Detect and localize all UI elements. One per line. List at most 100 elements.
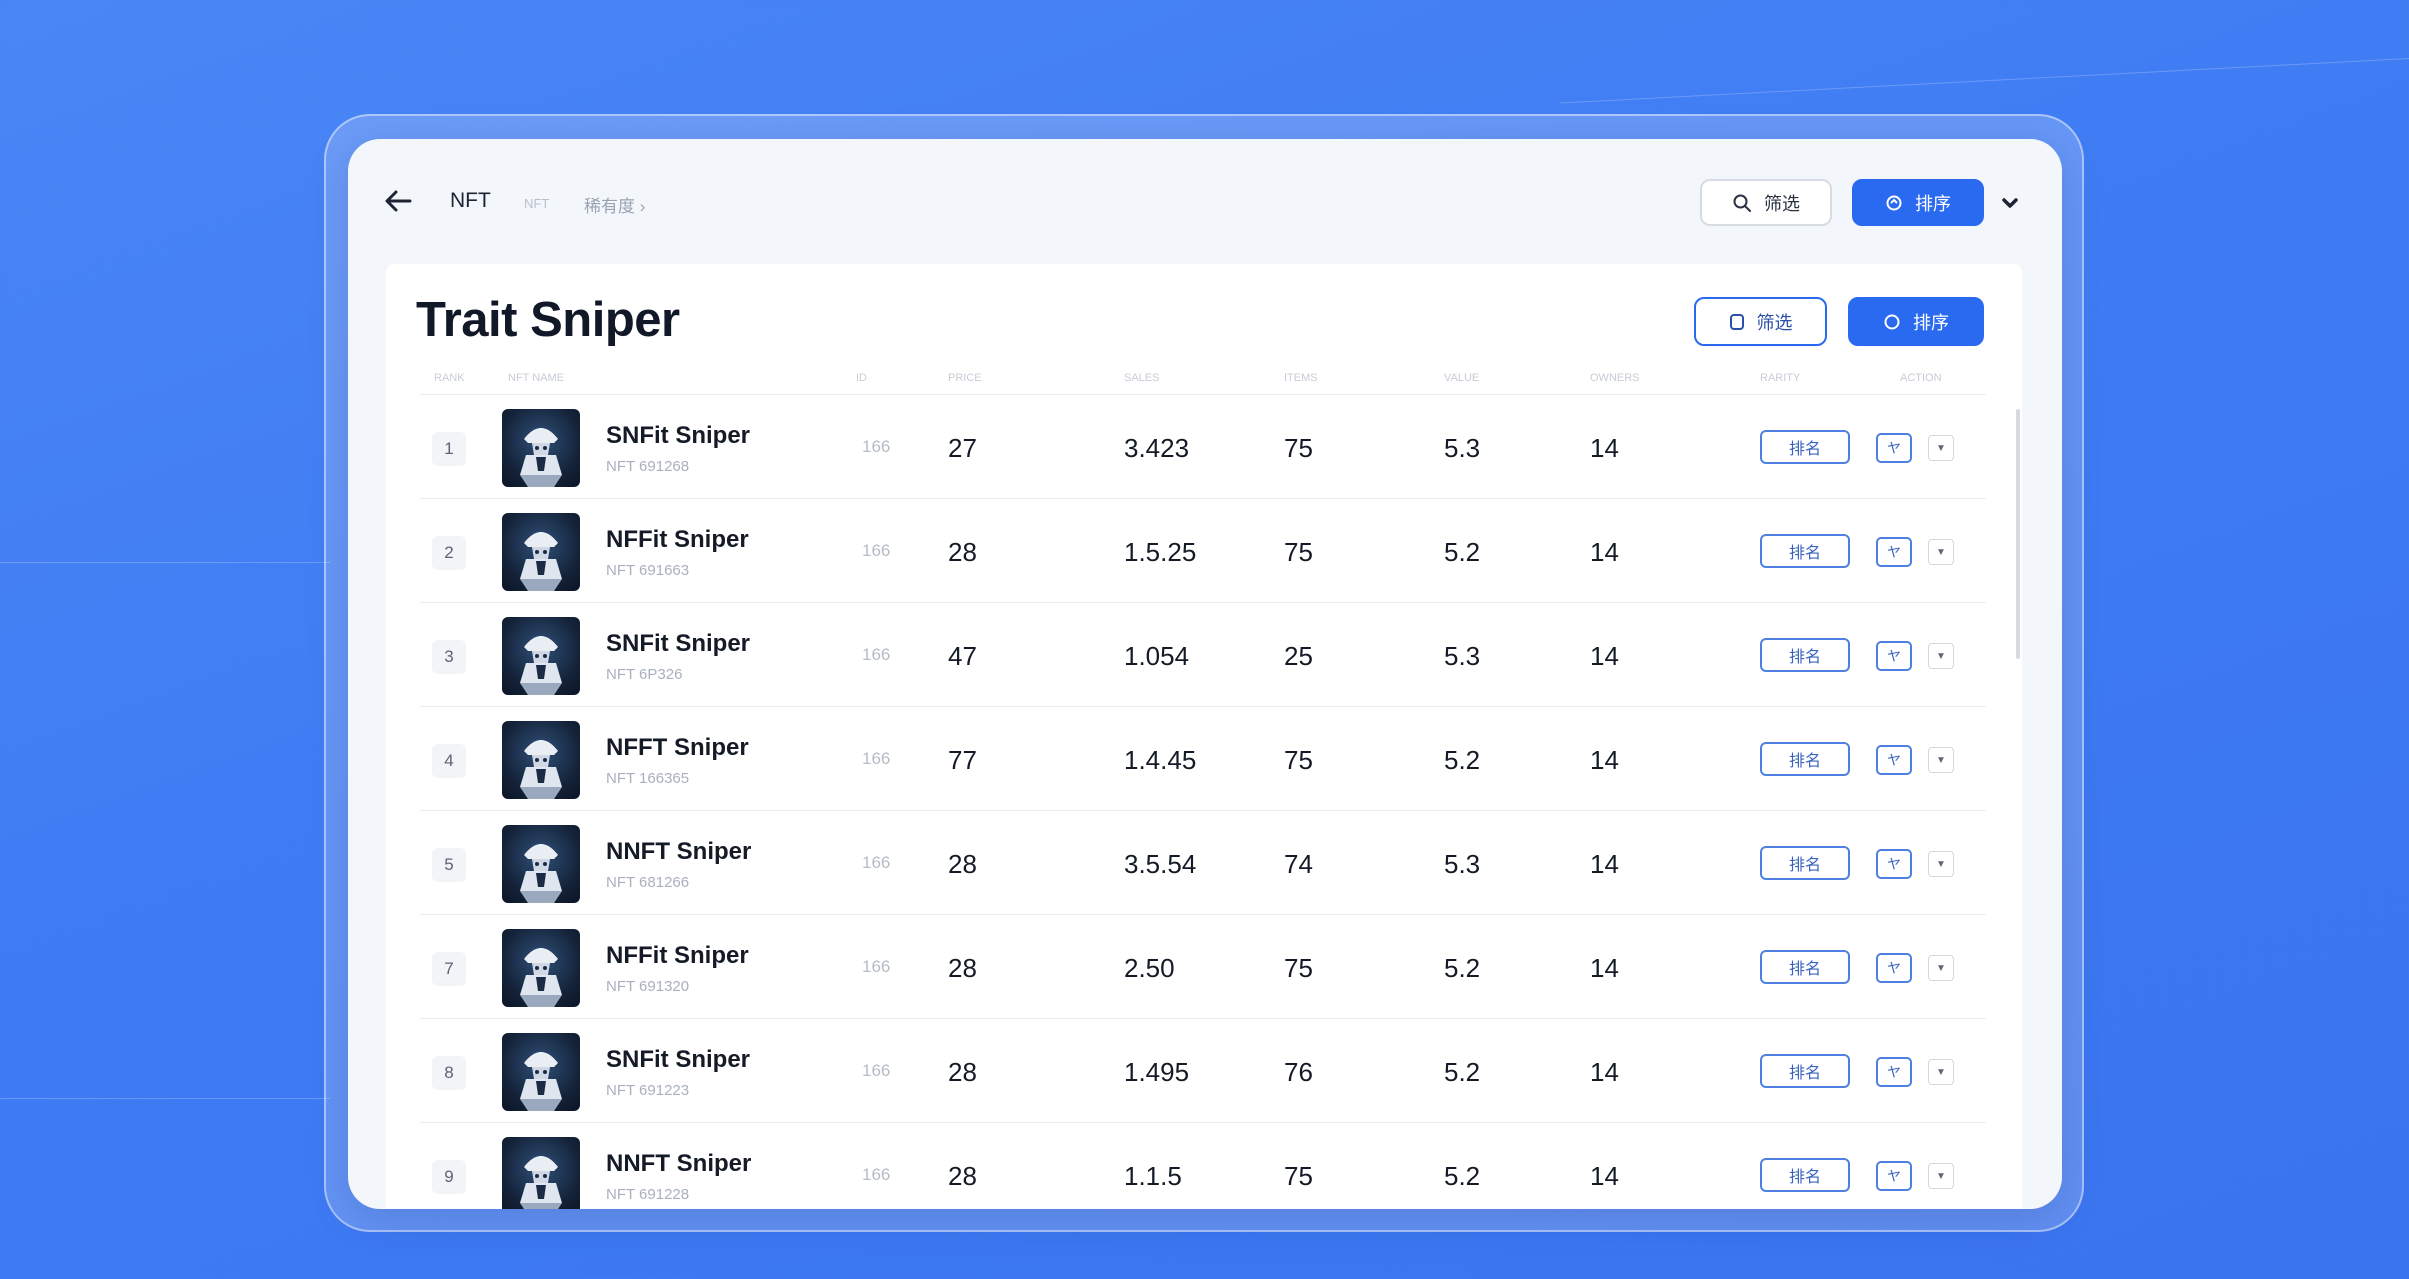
cell-value: 27: [948, 433, 977, 463]
nft-thumbnail[interactable]: [502, 929, 580, 1007]
column-header[interactable]: VALUE: [1444, 372, 1479, 384]
table-row[interactable]: 2 NFFit Sniper NFT 691663 166 28 1.5.25 …: [420, 498, 1986, 602]
cell-value: 14: [1590, 537, 1619, 567]
page-title: Trait Sniper: [416, 293, 680, 347]
top-filter-label: 筛选: [1764, 193, 1800, 214]
mini-action-button[interactable]: ヤ: [1876, 1161, 1912, 1191]
rank-action-button[interactable]: 排名: [1760, 534, 1850, 568]
nft-thumbnail[interactable]: [502, 721, 580, 799]
cell-value: 28: [948, 537, 977, 567]
back-arrow-icon[interactable]: [382, 187, 422, 215]
background-line: [0, 562, 330, 563]
breadcrumb-sub[interactable]: NFT: [524, 196, 549, 211]
cell-value: 5.2: [1444, 745, 1481, 775]
cell-value: 2.50: [1124, 953, 1175, 983]
rank-action-button[interactable]: 排名: [1760, 1158, 1850, 1192]
cell-value: 14: [1590, 745, 1619, 775]
app-window: NFT NFT 稀有度 › 筛选 排序 Trait Sniper 筛选 排序 R…: [348, 139, 2062, 1209]
table-row[interactable]: 3 SNFit Sniper NFT 6P326 166 47 1.054 25…: [420, 602, 1986, 706]
table-row[interactable]: 9 NNFT Sniper NFT 691228 166 28 1.1.5 75…: [420, 1122, 1986, 1209]
cell-value: 25: [1284, 641, 1313, 671]
nft-name[interactable]: SNFit Sniper: [606, 422, 750, 450]
column-header[interactable]: ITEMS: [1284, 372, 1318, 384]
background-line: [1560, 57, 2409, 104]
rank-badge: 9: [432, 1160, 466, 1194]
caret-down-icon[interactable]: ▼: [1928, 643, 1954, 669]
caret-down-icon[interactable]: ▼: [1928, 1163, 1954, 1189]
mini-action-button[interactable]: ヤ: [1876, 641, 1912, 671]
table-row[interactable]: 4 NFFT Sniper NFT 166365 166 77 1.4.45 7…: [420, 706, 1986, 810]
chevron-down-icon[interactable]: [1998, 191, 2022, 215]
rank-badge: 8: [432, 1056, 466, 1090]
nft-id: NFT 691320: [606, 978, 690, 995]
nft-count: 166: [862, 749, 891, 768]
column-header[interactable]: RARITY: [1760, 372, 1800, 384]
nft-name[interactable]: SNFit Sniper: [606, 630, 750, 658]
mini-action-button[interactable]: ヤ: [1876, 849, 1912, 879]
nft-name[interactable]: NFFit Sniper: [606, 526, 749, 554]
cell-value: 5.3: [1444, 641, 1481, 671]
cell-value: 5.2: [1444, 953, 1481, 983]
nft-thumbnail[interactable]: [502, 1033, 580, 1111]
nft-name[interactable]: NFFT Sniper: [606, 734, 749, 762]
mini-action-button[interactable]: ヤ: [1876, 745, 1912, 775]
nft-name[interactable]: NNFT Sniper: [606, 1150, 751, 1178]
caret-down-icon[interactable]: ▼: [1928, 747, 1954, 773]
caret-down-icon[interactable]: ▼: [1928, 851, 1954, 877]
caret-down-icon[interactable]: ▼: [1928, 955, 1954, 981]
nft-name[interactable]: NNFT Sniper: [606, 838, 751, 866]
cell-value: 1.054: [1124, 641, 1190, 671]
mini-action-button[interactable]: ヤ: [1876, 433, 1912, 463]
nft-thumbnail[interactable]: [502, 513, 580, 591]
column-header[interactable]: PRICE: [948, 372, 982, 384]
table-row[interactable]: 8 SNFit Sniper NFT 691223 166 28 1.495 7…: [420, 1018, 1986, 1122]
rank-action-button[interactable]: 排名: [1760, 638, 1850, 672]
cell-value: 75: [1284, 953, 1313, 983]
background-line: [0, 1098, 330, 1099]
rank-action-button[interactable]: 排名: [1760, 1054, 1850, 1088]
column-header[interactable]: NFT NAME: [508, 372, 564, 384]
caret-down-icon[interactable]: ▼: [1928, 539, 1954, 565]
cell-value: 5.3: [1444, 849, 1481, 879]
cell-value: 1.495: [1124, 1057, 1190, 1087]
nft-thumbnail[interactable]: [502, 825, 580, 903]
rank-badge: 5: [432, 848, 466, 882]
cell-value: 76: [1284, 1057, 1313, 1087]
card-sort-button[interactable]: 排序: [1848, 297, 1984, 346]
card-filter-button[interactable]: 筛选: [1694, 297, 1827, 346]
caret-down-icon[interactable]: ▼: [1928, 435, 1954, 461]
top-filter-button[interactable]: 筛选: [1700, 179, 1832, 226]
rank-action-button[interactable]: 排名: [1760, 950, 1850, 984]
column-header[interactable]: SALES: [1124, 372, 1159, 384]
top-sort-label: 排序: [1915, 193, 1951, 214]
nft-name[interactable]: NFFit Sniper: [606, 942, 749, 970]
mini-action-button[interactable]: ヤ: [1876, 1057, 1912, 1087]
table-row[interactable]: 7 NFFit Sniper NFT 691320 166 28 2.50 75…: [420, 914, 1986, 1018]
cell-value: 14: [1590, 849, 1619, 879]
nft-thumbnail[interactable]: [502, 1137, 580, 1209]
mini-action-button[interactable]: ヤ: [1876, 537, 1912, 567]
top-sort-button[interactable]: 排序: [1852, 179, 1984, 226]
rank-action-button[interactable]: 排名: [1760, 846, 1850, 880]
cell-value: 74: [1284, 849, 1313, 879]
breadcrumb-root[interactable]: NFT: [450, 189, 491, 213]
cell-value: 75: [1284, 433, 1313, 463]
mini-action-button[interactable]: ヤ: [1876, 953, 1912, 983]
nft-name[interactable]: SNFit Sniper: [606, 1046, 750, 1074]
caret-down-icon[interactable]: ▼: [1928, 1059, 1954, 1085]
scrollbar[interactable]: [2016, 409, 2020, 659]
rank-action-button[interactable]: 排名: [1760, 742, 1850, 776]
breadcrumb-page[interactable]: 稀有度 ›: [584, 192, 645, 217]
table-row[interactable]: 1 SNFit Sniper NFT 691268 166 27 3.423 7…: [420, 394, 1986, 498]
column-header[interactable]: ID: [856, 372, 867, 384]
column-header[interactable]: OWNERS: [1590, 372, 1640, 384]
column-header[interactable]: ACTION: [1900, 372, 1942, 384]
nft-thumbnail[interactable]: [502, 617, 580, 695]
table-row[interactable]: 5 NNFT Sniper NFT 681266 166 28 3.5.54 7…: [420, 810, 1986, 914]
column-header[interactable]: RANK: [434, 372, 465, 384]
nft-id: NFT 166365: [606, 770, 690, 787]
cell-value: 3.423: [1124, 433, 1190, 463]
rank-action-button[interactable]: 排名: [1760, 430, 1850, 464]
cell-value: 3.5.54: [1124, 849, 1197, 879]
nft-thumbnail[interactable]: [502, 409, 580, 487]
